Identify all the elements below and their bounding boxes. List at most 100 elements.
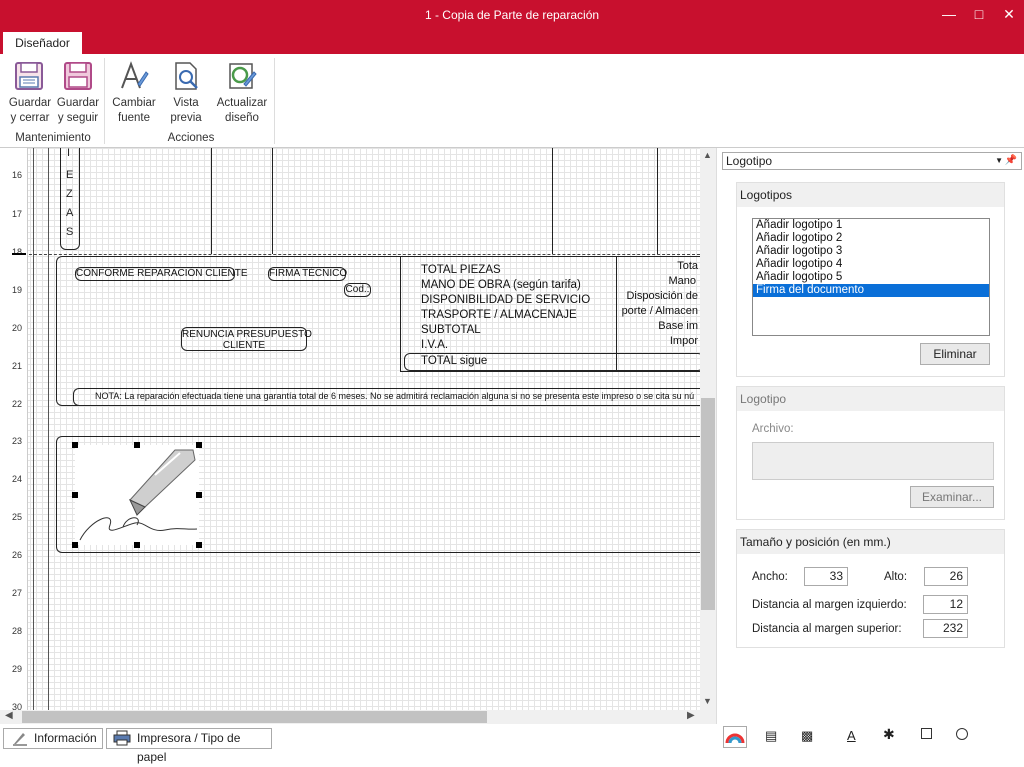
izq-field[interactable]: 12 [923,595,968,614]
image-tool-icon[interactable]: ▩ [801,728,813,744]
rectangle-tool-icon[interactable] [921,728,932,739]
resize-handle[interactable] [72,542,78,548]
mano-obra-label[interactable]: MANO DE OBRA (según tarifa) [421,278,581,293]
line-tool-icon[interactable]: ✱ [883,726,895,743]
save-close-button[interactable]: Guardar y cerrar [4,60,56,126]
margin-line [33,148,34,710]
piezas-letter: S [66,226,74,238]
resize-handle[interactable] [196,542,202,548]
iva-label[interactable]: I.V.A. [421,338,448,353]
conforme-label[interactable]: CONFORME REPARACIÓN CLIENTE [75,267,248,281]
signature-logo[interactable] [75,445,199,545]
chevron-down-icon[interactable]: ▼ [995,153,1003,169]
scroll-down-icon[interactable]: ▼ [703,696,712,706]
resize-handle[interactable] [134,442,140,448]
nota-box[interactable]: NOTA: La reparación efectuada tiene una … [73,388,713,406]
save-continue-button[interactable]: Guardar y seguir [54,60,102,126]
update-design-button[interactable]: Actualizar diseño [212,60,272,126]
logo-tool-icon[interactable] [723,726,747,748]
disponibilidad-label[interactable]: DISPONIBILIDAD DE SERVICIO [421,293,590,308]
izq-label: Distancia al margen izquierdo: [752,599,907,611]
ruler-mark: 17 [12,209,23,219]
right-porte[interactable]: porte / Almacen [618,304,698,319]
ruler-mark: 21 [12,361,23,371]
change-font-button[interactable]: Cambiar fuente [110,60,158,126]
trasporte-label[interactable]: TRASPORTE / ALMACENAJE [421,308,577,323]
font-tool-icon[interactable]: A [847,728,856,743]
renuncia-label[interactable]: RENUNCIA PRESUPUESTO CLIENTE [181,327,312,351]
ribbon: Guardar y cerrar Guardar y seguir Manten… [0,54,1024,148]
tab-impresora[interactable]: Impresora / Tipo de papel [106,728,272,764]
tab-informacion[interactable]: Información [3,728,103,749]
list-item-selected[interactable]: Firma del documento [753,284,989,297]
right-importe[interactable]: Impor [618,334,698,349]
renuncia-line2: CLIENTE [222,340,266,351]
firma-tecnico-label[interactable]: FIRMA TÉCNICO [268,267,347,281]
ruler-mark: 19 [12,285,23,295]
right-disposicion[interactable]: Disposición de [618,289,698,304]
scroll-left-icon[interactable]: ◀ [5,710,13,721]
right-mano[interactable]: Mano [618,274,696,289]
cod-label[interactable]: Cod.: [344,283,371,297]
tab-disenador[interactable]: Diseñador [3,32,82,54]
resize-handle[interactable] [72,442,78,448]
logotipos-header: Logotipos [737,183,1004,207]
window-title: 1 - Copia de Parte de reparación [424,8,600,22]
resize-handle[interactable] [196,442,202,448]
logotipos-list[interactable]: Añadir logotipo 1 Añadir logotipo 2 Añad… [752,218,990,336]
resize-handle[interactable] [72,492,78,498]
horizontal-scroll-thumb[interactable] [22,711,487,723]
preview-label2: previa [170,112,202,124]
resize-handle[interactable] [134,542,140,548]
vertical-ruler: 16 17 18 19 20 21 22 23 24 25 26 27 28 2… [0,148,28,712]
scroll-right-icon[interactable]: ▶ [687,710,695,721]
right-base[interactable]: Base im [618,319,698,334]
scroll-up-icon[interactable]: ▲ [703,150,712,160]
list-item[interactable]: Añadir logotipo 1 [753,219,989,232]
logotipo-header: Logotipo [737,387,1004,411]
piezas-letter: Z [66,188,73,200]
table-column-line [552,148,553,254]
logotipo-section: Logotipo Archivo: Examinar... [736,386,1005,520]
subtotal-label[interactable]: SUBTOTAL [421,323,481,338]
ruler-mark: 25 [12,512,23,522]
update-design-label2: diseño [225,112,259,124]
right-total[interactable]: Tota [618,259,698,274]
preview-button[interactable]: Vista previa [164,60,208,126]
alto-field[interactable]: 26 [924,567,968,586]
delete-button[interactable]: Eliminar [920,343,990,365]
circle-tool-icon[interactable] [956,728,968,740]
save-continue-icon [64,62,92,90]
sup-field[interactable]: 232 [923,619,968,638]
minimize-icon[interactable]: — [932,0,966,30]
vertical-scroll-thumb[interactable] [701,398,715,610]
piezas-letter: A [66,207,74,219]
list-item[interactable]: Añadir logotipo 3 [753,245,989,258]
ribbon-tabs: Diseñador [0,30,1024,54]
change-font-label1: Cambiar [112,97,156,109]
maximize-icon[interactable]: □ [962,0,996,30]
list-item[interactable]: Añadir logotipo 5 [753,271,989,284]
pin-icon[interactable]: 📌 [1005,153,1017,169]
browse-button[interactable]: Examinar... [910,486,994,508]
resize-handle[interactable] [196,492,202,498]
ruler-position-marker [12,253,26,255]
text-tool-icon[interactable]: ▤ [765,728,777,744]
ruler-mark: 16 [12,170,23,180]
save-continue-label1: Guardar [56,97,100,109]
ruler-mark: 23 [12,436,23,446]
close-icon[interactable]: ✕ [992,0,1024,30]
piezas-box[interactable]: I E Z A S [60,148,80,250]
list-item[interactable]: Añadir logotipo 2 [753,232,989,245]
ribbon-separator [104,58,105,144]
ribbon-separator [274,58,275,144]
design-canvas[interactable]: I E Z A S CONFORME REPARACIÓN CLIENTE FI… [0,148,716,710]
archivo-preview [752,442,994,480]
ancho-field[interactable]: 33 [804,567,848,586]
list-item[interactable]: Añadir logotipo 4 [753,258,989,271]
object-selector[interactable]: Logotipo ▼ 📌 [722,152,1022,170]
font-icon [121,61,149,89]
total-piezas-label[interactable]: TOTAL PIEZAS [421,263,501,278]
total-sigue-label[interactable]: TOTAL sigue [404,353,704,371]
table-column-line [657,148,658,254]
